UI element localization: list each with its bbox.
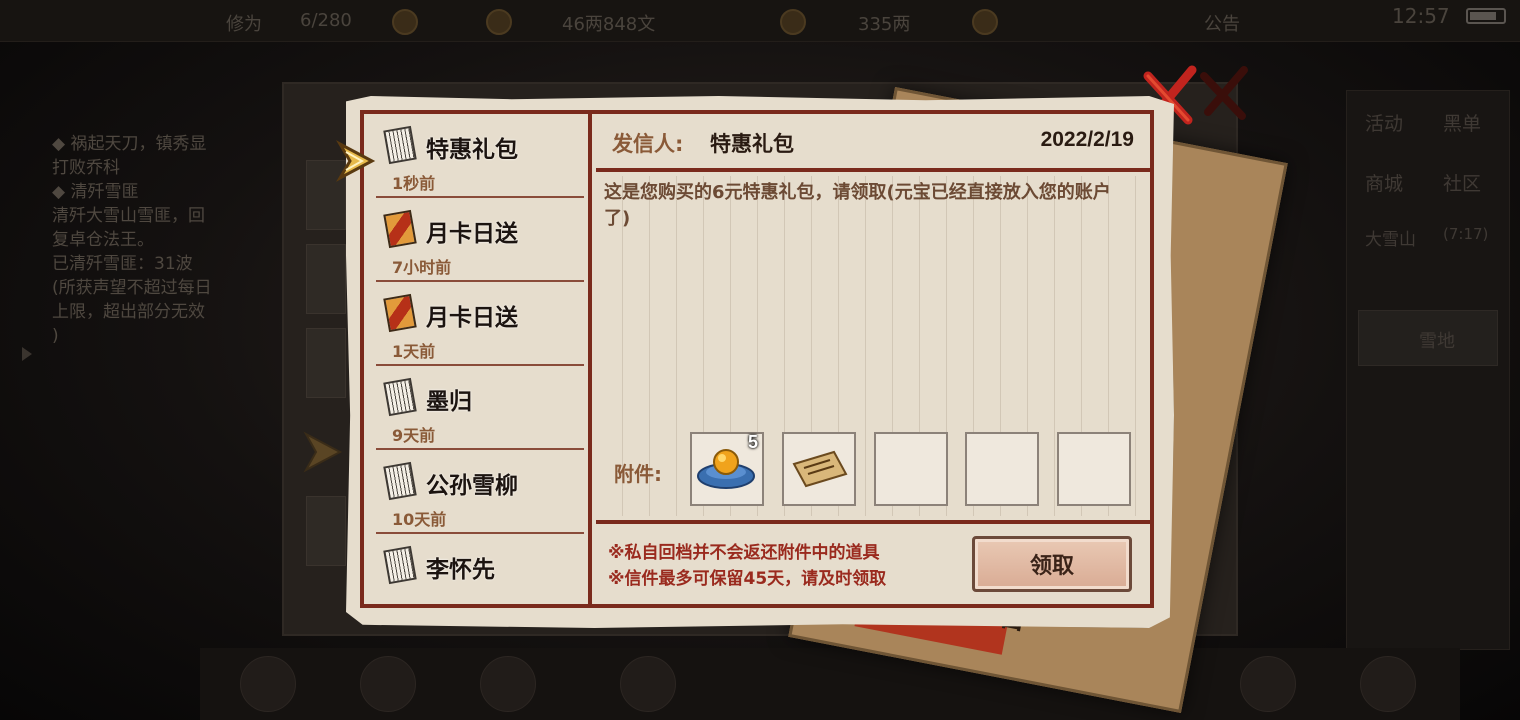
card-icon bbox=[383, 209, 417, 249]
attachment-slot[interactable] bbox=[1057, 432, 1131, 506]
quest-line: 清歼大雪山雪匪，回 bbox=[52, 206, 205, 226]
background-arrow-icon bbox=[303, 431, 343, 473]
ingot-icon bbox=[780, 9, 806, 35]
card-icon bbox=[383, 293, 417, 333]
attachment-slot[interactable] bbox=[782, 432, 856, 506]
menu-icon bbox=[360, 656, 416, 712]
cultivation-value: 6/280 bbox=[300, 10, 352, 31]
silver-value: 46两848文 bbox=[562, 14, 656, 35]
activity-tab: 活动 bbox=[1365, 113, 1404, 135]
quest-line: 已清歼雪匪：31波 bbox=[52, 254, 193, 274]
quest-line: ◆ 祸起天刀，镇秀显 bbox=[52, 134, 207, 154]
expand-arrow-icon bbox=[22, 347, 32, 361]
mail-item-title: 月卡日送 bbox=[426, 221, 518, 247]
mail-item-time: 9天前 bbox=[392, 426, 436, 445]
mail-item-time: 7小时前 bbox=[392, 258, 452, 277]
attachment-label: 附件: bbox=[614, 462, 662, 486]
mail-item-title: 墨归 bbox=[426, 389, 472, 415]
scroll-icon bbox=[383, 125, 417, 165]
right-side-panel: 活动 黑单 商城 社区 大雪山 (7:17) bbox=[1346, 90, 1510, 650]
mail-list-item[interactable]: 李怀先 bbox=[376, 534, 584, 604]
top-status-bar: 修为 6/280 46两848文 335两 公告 12:57 bbox=[0, 0, 1520, 42]
battery-icon bbox=[1466, 8, 1506, 24]
shop-tab: 商城 bbox=[1365, 173, 1404, 195]
close-icon-shadow bbox=[1200, 66, 1248, 120]
quest-line: 复卓仓法王。 bbox=[52, 230, 154, 250]
claim-button[interactable]: 领取 bbox=[972, 536, 1132, 592]
menu-icon bbox=[240, 656, 296, 712]
quest-tracker: ◆ 祸起天刀，镇秀显 打败乔科 ◆ 清歼雪匪 清歼大雪山雪匪，回 复卓仓法王。 … bbox=[52, 132, 272, 348]
mail-item-title: 公孙雪柳 bbox=[426, 473, 518, 499]
mail-item-time: 1天前 bbox=[392, 342, 436, 361]
mail-body-text: 这是您购买的6元特惠礼包，请领取(元宝已经直接放入您的账户了) bbox=[604, 182, 1111, 229]
mail-item-time: 10天前 bbox=[392, 510, 447, 529]
plus-icon bbox=[972, 9, 998, 35]
attachment-slot[interactable]: 5 bbox=[690, 432, 764, 506]
coin-icon bbox=[392, 9, 418, 35]
place-label: 雪地 bbox=[1419, 331, 1455, 352]
mail-item-title: 李怀先 bbox=[426, 557, 495, 583]
sender-name: 特惠礼包 bbox=[710, 132, 794, 156]
community-tab: 社区 bbox=[1443, 173, 1482, 195]
mail-list: 特惠礼包 1秒前 月卡日送 7小时前 月卡日送 1天前 墨归 9天前 公孙雪柳 … bbox=[364, 114, 592, 604]
mail-list-item[interactable]: 月卡日送 1天前 bbox=[376, 282, 584, 366]
mail-list-item[interactable]: 墨归 9天前 bbox=[376, 366, 584, 450]
notice-retention: ※信件最多可保留45天，请及时领取 bbox=[608, 569, 887, 589]
place-box: 雪地 bbox=[1358, 310, 1498, 366]
quest-line: ) bbox=[52, 326, 59, 346]
scroll-icon bbox=[383, 377, 417, 417]
quest-line: (所获声望不超过每日 bbox=[52, 278, 212, 298]
menu-icon bbox=[480, 656, 536, 712]
mail-list-item[interactable]: 月卡日送 7小时前 bbox=[376, 198, 584, 282]
attachment-quantity: 5 bbox=[747, 432, 758, 452]
mail-date: 2022/2/19 bbox=[1040, 128, 1134, 151]
attachment-slot[interactable] bbox=[965, 432, 1039, 506]
quest-line: 上限，超出部分无效 bbox=[52, 302, 205, 322]
mail-item-time: 1秒前 bbox=[392, 174, 436, 193]
background-cell bbox=[306, 496, 346, 566]
background-cell bbox=[306, 328, 346, 398]
attachment-slot[interactable] bbox=[874, 432, 948, 506]
notice-rollback: ※私自回档并不会返还附件中的道具 bbox=[608, 543, 880, 563]
mail-list-item[interactable]: 特惠礼包 1秒前 bbox=[376, 114, 584, 198]
sender-label: 发信人: bbox=[612, 132, 684, 156]
mail-header: 发信人: 特惠礼包 2022/2/19 bbox=[596, 114, 1150, 172]
clock: 12:57 bbox=[1392, 4, 1450, 28]
menu-icon bbox=[620, 656, 676, 712]
location-label: 大雪山 bbox=[1365, 230, 1416, 250]
menu-icon bbox=[1360, 656, 1416, 712]
mail-list-item[interactable]: 公孙雪柳 10天前 bbox=[376, 450, 584, 534]
scroll-paper-icon bbox=[792, 450, 848, 488]
character-icon bbox=[486, 9, 512, 35]
menu-icon bbox=[1240, 656, 1296, 712]
mail-item-title: 月卡日送 bbox=[426, 305, 518, 331]
list-tab: 黑单 bbox=[1443, 113, 1482, 135]
selected-arrow-icon bbox=[336, 140, 376, 182]
mail-item-title: 特惠礼包 bbox=[426, 137, 518, 163]
mail-dialog: 特惠礼包 1秒前 月卡日送 7小时前 月卡日送 1天前 墨归 9天前 公孙雪柳 … bbox=[346, 96, 1174, 628]
quest-line: 打败乔科 bbox=[52, 158, 120, 178]
background-cell bbox=[306, 244, 346, 314]
location-extra: (7:17) bbox=[1443, 225, 1489, 243]
cultivation-label: 修为 bbox=[226, 14, 262, 35]
quest-line: ◆ 清歼雪匪 bbox=[52, 182, 139, 202]
notice-tab: 公告 bbox=[1204, 14, 1240, 35]
ingot-value: 335两 bbox=[858, 14, 911, 35]
scroll-icon bbox=[383, 545, 417, 585]
scroll-icon bbox=[383, 461, 417, 501]
